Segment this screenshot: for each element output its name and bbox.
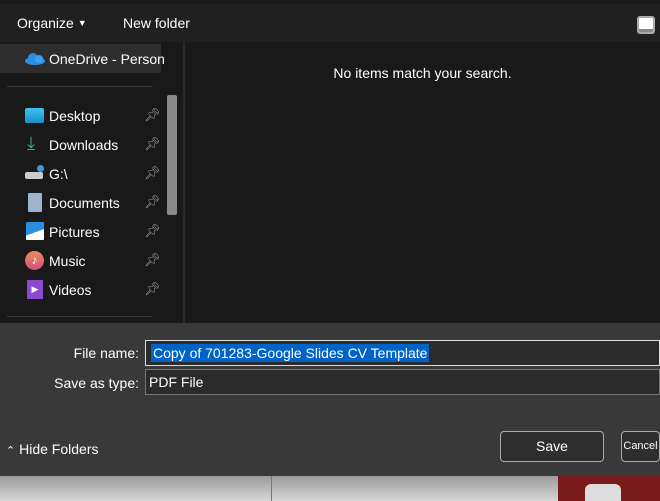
sidebar-item-label: Pictures xyxy=(49,224,100,240)
pin-icon[interactable]: 📌︎ xyxy=(144,281,161,297)
sidebar-item-label: Desktop xyxy=(49,108,101,124)
divider xyxy=(7,86,152,87)
download-icon: ⤓ xyxy=(27,133,35,153)
save-as-type-select[interactable]: PDF File xyxy=(145,369,660,395)
onedrive-cloud-icon xyxy=(25,53,45,65)
sidebar-item-label: Music xyxy=(49,253,86,269)
chevron-up-icon: ⌃ xyxy=(6,445,16,457)
hide-folders-label: Hide Folders xyxy=(19,441,99,457)
pictures-icon xyxy=(26,222,44,240)
sidebar-item-onedrive[interactable]: OneDrive - Person xyxy=(0,44,165,73)
navigation-pane: OneDrive - Person Desktop 📌︎ ⤓ Downloads… xyxy=(0,42,183,323)
cancel-button[interactable]: Cancel xyxy=(621,431,660,462)
drive-icon xyxy=(25,165,44,182)
pin-icon[interactable]: 📌︎ xyxy=(144,165,161,181)
new-folder-button[interactable]: New folder xyxy=(123,15,190,31)
file-name-label: File name: xyxy=(73,345,139,361)
sidebar-item-videos[interactable]: ▶ Videos 📌︎ xyxy=(0,276,165,304)
sidebar-item-label: Videos xyxy=(49,282,92,298)
sidebar-item-music[interactable]: ♪ Music 📌︎ xyxy=(0,247,165,275)
toolbar: Organize ▼ New folder xyxy=(0,4,660,42)
sidebar-item-label: Documents xyxy=(49,195,120,211)
pin-icon[interactable]: 📌︎ xyxy=(144,136,161,152)
save-as-type-label: Save as type: xyxy=(54,375,139,391)
caret-down-icon: ▼ xyxy=(77,18,87,28)
file-name-value: Copy of 701283-Google Slides CV Template xyxy=(151,344,430,362)
sidebar-item-pictures[interactable]: Pictures 📌︎ xyxy=(0,218,165,246)
sidebar-item-documents[interactable]: Documents 📌︎ xyxy=(0,189,165,217)
pin-icon[interactable]: 📌︎ xyxy=(144,107,161,123)
sidebar-item-label: OneDrive - Person xyxy=(49,51,165,67)
hide-folders-button[interactable]: ⌃ Hide Folders xyxy=(6,441,98,457)
background-red-block xyxy=(558,476,660,501)
file-list: No items match your search. xyxy=(185,42,660,323)
file-name-input[interactable]: Copy of 701283-Google Slides CV Template xyxy=(145,340,660,366)
documents-icon xyxy=(28,193,42,212)
sidebar-item-label: Downloads xyxy=(49,137,119,153)
pin-icon[interactable]: 📌︎ xyxy=(144,252,161,268)
sidebar-item-g-drive[interactable]: G:\ 📌︎ xyxy=(0,160,165,188)
sidebar-item-label: G:\ xyxy=(49,166,68,182)
videos-icon: ▶ xyxy=(27,280,43,299)
divider xyxy=(7,316,152,317)
background-ruler-line xyxy=(271,476,272,501)
music-icon: ♪ xyxy=(25,251,44,270)
desktop-icon xyxy=(25,108,44,123)
save-as-type-value: PDF File xyxy=(149,374,204,390)
organize-label: Organize xyxy=(17,15,74,31)
pin-icon[interactable]: 📌︎ xyxy=(144,223,161,239)
sidebar-item-downloads[interactable]: ⤓ Downloads 📌︎ xyxy=(0,131,165,159)
empty-message: No items match your search. xyxy=(333,65,512,81)
sidebar-item-desktop[interactable]: Desktop 📌︎ xyxy=(0,102,165,130)
save-form-panel: File name: Copy of 701283-Google Slides … xyxy=(0,323,660,476)
save-button[interactable]: Save xyxy=(500,431,604,462)
preview-pane-icon[interactable] xyxy=(637,16,655,34)
nav-scrollbar[interactable] xyxy=(167,95,177,215)
organize-button[interactable]: Organize ▼ xyxy=(17,15,87,31)
pin-icon[interactable]: 📌︎ xyxy=(144,194,161,210)
